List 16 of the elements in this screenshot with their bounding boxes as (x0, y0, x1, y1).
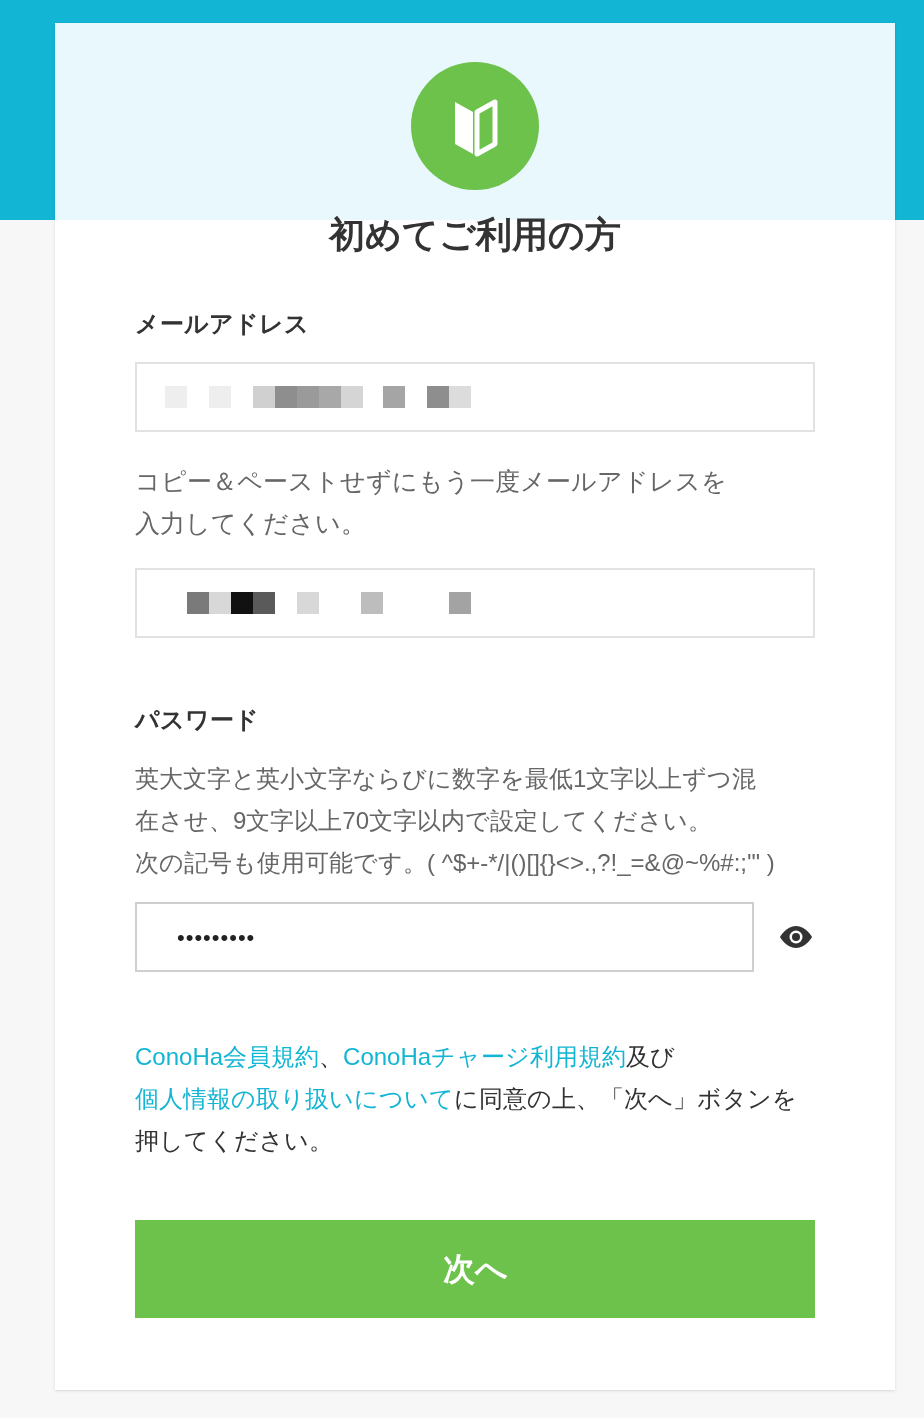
page-title: 初めてご利用の方 (329, 213, 621, 257)
confirm-hint: コピー＆ペーストせずにもう一度メールアドレスを 入力してください。 (135, 466, 728, 539)
beginner-mark-icon (411, 62, 539, 190)
input-field[interactable] (135, 568, 815, 638)
next-button[interactable]: 次へ (135, 1220, 815, 1318)
password-value: ••••••••• (177, 923, 256, 952)
terms-link[interactable]: ConoHaチャージ利用規約 (343, 1043, 627, 1070)
consent-text: ConoHa会員規約、ConoHaチャージ利用規約及び 個人情報の取り扱いについて に同意の上、「次へ」ボタンを押してください。 (135, 1042, 798, 1156)
input-field[interactable] (135, 362, 815, 432)
terms-link[interactable]: ConoHa会員規約 (135, 1043, 320, 1070)
password-label: パスワード (135, 705, 260, 735)
password-hint: 英大文字と英小文字ならびに数字を最低1文字以上ずつ混 在させ、9文字以上70文字以内で設定してください。 次の記号も使用可能です。( ^$+-*/|()[]{}<>.,?!_=&@~%#:;'" ) (135, 764, 776, 878)
password-field[interactable]: ••••••••• (135, 902, 754, 972)
terms-link[interactable]: 個人情報の取り扱いについて (135, 1085, 454, 1112)
email-label: メールアドレス (135, 309, 310, 339)
eye-icon[interactable] (778, 925, 814, 949)
